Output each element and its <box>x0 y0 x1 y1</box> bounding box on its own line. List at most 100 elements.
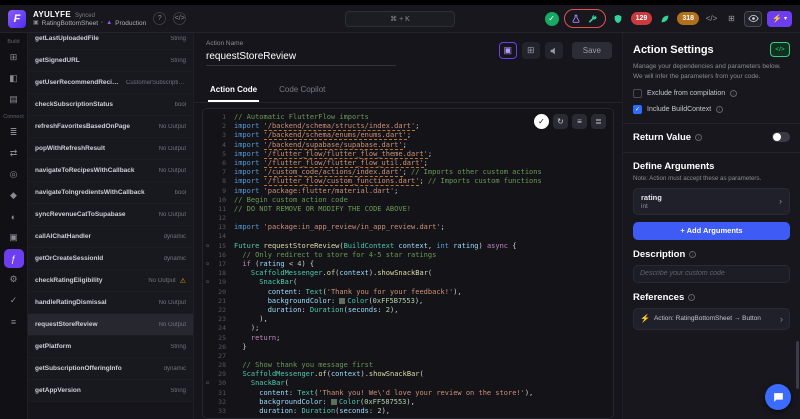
grid-view-icon[interactable]: ⊞ <box>724 11 739 26</box>
compile-check-button[interactable]: ✓ <box>534 114 549 129</box>
action-list-item[interactable]: navigateToRecipesWithCallbackNo Output <box>28 160 193 182</box>
action-list-item[interactable]: getPlatformString <box>28 336 193 358</box>
dev-mode-icon[interactable]: </> <box>173 12 186 25</box>
chat-fab-button[interactable] <box>765 384 791 410</box>
code-line[interactable]: 23 ), <box>203 315 613 324</box>
action-list-item[interactable]: navigateToIngredientsWithCallbackbool <box>28 182 193 204</box>
code-line[interactable]: ▫15Future requestStoreReview(BuildContex… <box>203 242 613 251</box>
action-name-input[interactable] <box>206 47 396 66</box>
code-line[interactable]: 31 content: Text('Thank you! We\'d love … <box>203 389 613 398</box>
code-line[interactable]: 25 return; <box>203 334 613 343</box>
action-list-item[interactable]: getOrCreateSessionIddynamic <box>28 248 193 270</box>
argument-item-rating[interactable]: rating int › <box>633 188 790 215</box>
code-line[interactable]: 33 duration: Duration(seconds: 2), <box>203 407 613 416</box>
app-settings-icon[interactable]: ⚙ <box>4 270 24 289</box>
tab-code-copilot[interactable]: Code Copilot <box>277 79 327 102</box>
action-list-item[interactable]: getUserRecommendRecipesListViewItemCusto… <box>28 72 193 94</box>
code-line[interactable]: 22 duration: Duration(seconds: 2), <box>203 306 613 315</box>
code-line[interactable]: ▫30 SnackBar( <box>203 379 613 388</box>
custom-code-icon[interactable]: ƒ <box>4 249 24 268</box>
api-calls-icon[interactable]: ⇄ <box>4 144 24 163</box>
code-line[interactable]: 26 } <box>203 343 613 352</box>
help-icon[interactable]: ? <box>153 12 166 25</box>
action-list-item[interactable]: popWithRefreshResultNo Output <box>28 138 193 160</box>
code-line[interactable]: ▫19 SnackBar( <box>203 278 613 287</box>
action-list-item[interactable]: getLastUploadedFileString <box>28 33 193 50</box>
action-list-item[interactable]: callAIChatHandlerdynamic <box>28 226 193 248</box>
code-line[interactable]: ▫17 if (rating < 4) { <box>203 260 613 269</box>
integrations-icon[interactable]: ◎ <box>4 165 24 184</box>
code-line[interactable]: 10// Begin custom action code <box>203 196 613 205</box>
tab-action-code[interactable]: Action Code <box>208 79 259 102</box>
code-line[interactable]: 14 <box>203 232 613 241</box>
media-assets-icon[interactable]: ▣ <box>4 228 24 247</box>
dashboard-icon[interactable]: ⊞ <box>4 48 24 67</box>
database-icon[interactable]: ≣ <box>4 123 24 142</box>
theme-icon[interactable]: ◐ <box>4 207 24 226</box>
action-list-item[interactable]: refreshFavoritesBasedOnPageNo Output <box>28 116 193 138</box>
code-line[interactable]: 4import '/backend/supabase/supabase.dart… <box>203 141 613 150</box>
split-view-icon[interactable]: ▣ <box>499 42 517 59</box>
breadcrumb-page[interactable]: RatingBottomSheet <box>42 20 98 28</box>
code-line[interactable]: 9import 'package:flutter/material.dart'; <box>203 187 613 196</box>
code-line[interactable]: 32 backgroundColor: Color(0xFF587553), <box>203 398 613 407</box>
scrollbar-thumb[interactable] <box>796 341 799 389</box>
code-line[interactable]: 16 // Only redirect to store for 4-5 sta… <box>203 251 613 260</box>
action-list-item[interactable]: checkRatingEligibilityNo Output⚠ <box>28 270 193 292</box>
widget-palette-icon[interactable]: ◧ <box>4 69 24 88</box>
breadcrumb[interactable]: ▣ RatingBottomSheet ◦ ▲ Production <box>33 20 146 28</box>
code-line[interactable]: 11// DO NOT REMOVE OR MODIFY THE CODE AB… <box>203 205 613 214</box>
action-list-item[interactable]: requestStoreReviewNo Output <box>28 314 193 336</box>
leaf-icon[interactable] <box>657 11 672 26</box>
test-flask-icon[interactable] <box>569 11 584 26</box>
tests-icon[interactable]: ✓ <box>4 291 24 310</box>
code-line[interactable]: 12 <box>203 214 613 223</box>
preview-eye-icon[interactable] <box>744 11 762 27</box>
docs-icon[interactable]: ≡ <box>4 312 24 331</box>
save-button[interactable]: Save <box>572 42 612 59</box>
pages-icon[interactable]: ▤ <box>4 90 24 109</box>
code-line[interactable]: 18 ScaffoldMessenger.of(context).showSna… <box>203 269 613 278</box>
action-list-item[interactable]: getSignedURLString <box>28 50 193 72</box>
exclude-compilation-checkbox[interactable] <box>633 89 642 98</box>
environment-selector[interactable]: Production <box>115 20 146 28</box>
action-list-item[interactable]: handleRatingDismissalNo Output <box>28 292 193 314</box>
add-arguments-button[interactable]: + Add Arguments <box>633 222 790 240</box>
widget-grid-icon[interactable]: ⊞ <box>522 42 540 59</box>
code-line[interactable]: 28 // Show thank you message first <box>203 361 613 370</box>
return-value-toggle[interactable] <box>772 132 790 142</box>
action-list-item[interactable]: getSubscriptionOfferingInfodynamic <box>28 358 193 380</box>
code-line[interactable]: 5import '/flutter_flow/flutter_flow_them… <box>203 150 613 159</box>
command-search[interactable]: ⌘ + K <box>345 11 455 27</box>
ai-agents-icon[interactable]: ◆ <box>4 186 24 205</box>
sync-check-icon[interactable]: ✓ <box>545 12 559 26</box>
reset-code-button[interactable]: ↻ <box>553 114 568 129</box>
code-line[interactable]: 3import '/backend/schema/enums/enums.dar… <box>203 131 613 140</box>
shield-check-icon[interactable] <box>611 11 626 26</box>
line-wrap-button[interactable]: ≣ <box>591 114 606 129</box>
action-list-item[interactable]: checkSubscriptionStatusbool <box>28 94 193 116</box>
code-line[interactable]: 29 ScaffoldMessenger.of(context).showSna… <box>203 370 613 379</box>
action-list-item[interactable]: getAppVersionString <box>28 380 193 402</box>
code-line[interactable]: 8import '/flutter_flow/custom_functions.… <box>203 177 613 186</box>
code-line[interactable]: 6import '/flutter_flow/flutter_flow_util… <box>203 159 613 168</box>
warnings-badge[interactable]: 318 <box>677 12 699 25</box>
code-editor[interactable]: ✓ ↻ ≡ ≣ 1// Automatic FlutterFlow import… <box>202 108 614 419</box>
code-line[interactable]: 7import '/custom_code/actions/index.dart… <box>203 168 613 177</box>
reference-item[interactable]: ⚡ Action: RatingBottomSheet → Button › <box>633 308 790 330</box>
view-code-icon[interactable]: </> <box>704 11 719 26</box>
wrench-icon[interactable] <box>586 11 601 26</box>
action-list-item[interactable]: syncRevenueCatToSupabaseNo Output <box>28 204 193 226</box>
code-line[interactable]: 13import 'package:in_app_review/in_app_r… <box>203 223 613 232</box>
errors-badge[interactable]: 129 <box>631 12 653 25</box>
format-code-button[interactable]: ≡ <box>572 114 587 129</box>
speaker-icon[interactable] <box>545 42 563 59</box>
open-code-icon[interactable]: </> <box>770 42 790 57</box>
flutterflow-logo[interactable]: F <box>8 10 26 28</box>
code-line[interactable]: 27 <box>203 352 613 361</box>
include-buildcontext-checkbox[interactable]: ✓ <box>633 105 642 114</box>
run-app-button[interactable]: ⚡ ▾ <box>767 11 792 27</box>
code-line[interactable]: 20 content: Text('Thank you for your fee… <box>203 288 613 297</box>
code-line[interactable]: 21 backgroundColor: Color(0xFF5B7553), <box>203 297 613 306</box>
code-line[interactable]: 24 ); <box>203 324 613 333</box>
